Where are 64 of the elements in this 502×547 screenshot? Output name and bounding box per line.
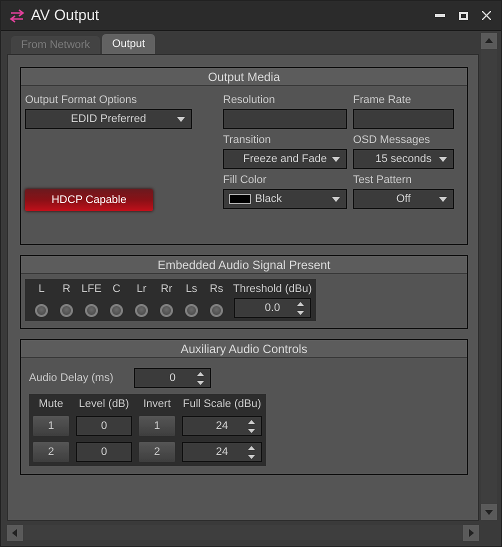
dropdown[interactable]: Black [223, 189, 347, 209]
spin-field[interactable]: 0.0 [234, 298, 311, 318]
spinner-arrows-icon[interactable] [248, 446, 255, 459]
dropdown-value: Black [255, 193, 282, 205]
field-label: Audio Delay (ms) [29, 372, 114, 384]
column-header: Full Scale (dBu) [182, 398, 262, 410]
dropdown[interactable]: Freeze and Fade [223, 149, 347, 169]
dropdown[interactable]: Off [353, 189, 454, 209]
channel-label: R [62, 283, 70, 295]
input-field[interactable] [353, 109, 454, 129]
scroll-left-icon[interactable] [7, 524, 23, 540]
group-title: Output Media [21, 68, 467, 86]
field-label: OSD Messages [353, 134, 432, 148]
caret-icon [177, 117, 185, 122]
caret-icon [439, 157, 447, 162]
spin-field[interactable]: 0 [134, 368, 211, 388]
status-button[interactable]: HDCP Capable [25, 189, 153, 211]
close-icon[interactable] [482, 11, 491, 20]
mute-button[interactable]: 1 [33, 416, 69, 436]
column-header: Level (dB) [78, 398, 130, 410]
caret-icon [439, 197, 447, 202]
channel-label: Rs [210, 283, 224, 295]
dropdown[interactable]: EDID Preferred [25, 109, 192, 129]
column-header: Invert [143, 398, 171, 410]
spinner-arrows-icon[interactable] [296, 302, 304, 315]
invert-button[interactable]: 2 [139, 442, 175, 462]
scroll-right-icon[interactable] [463, 524, 479, 540]
maximize-icon[interactable] [459, 12, 468, 20]
scroll-up-icon[interactable] [481, 33, 497, 49]
field-label: Frame Rate [353, 94, 412, 108]
field-label: Fill Color [223, 174, 268, 188]
field-label: Output Format Options [25, 94, 138, 108]
scroll-down-icon[interactable] [481, 504, 497, 520]
input-field[interactable] [223, 109, 347, 129]
input-field[interactable]: 0 [76, 442, 132, 462]
spinner-arrows-icon[interactable] [248, 420, 255, 433]
swap-arrows-icon [9, 8, 25, 22]
invert-button[interactable]: 1 [139, 416, 175, 436]
caret-icon [332, 197, 340, 202]
spin-field[interactable]: 24 [182, 442, 262, 462]
tab[interactable]: Output [102, 34, 156, 54]
channel-label: C [112, 283, 120, 295]
field-label: Threshold (dBu) [233, 283, 312, 295]
field-label: Resolution [223, 94, 276, 108]
column-header: Mute [38, 398, 64, 410]
window-title: AV Output [31, 7, 100, 24]
dropdown[interactable]: 15 seconds [353, 149, 454, 169]
mute-button[interactable]: 2 [33, 442, 69, 462]
channel-label: LFE [81, 283, 102, 295]
channel-label: Rr [160, 283, 172, 295]
field-label: Transition [223, 134, 272, 148]
caret-icon [332, 157, 340, 162]
channel-label: Ls [186, 283, 198, 295]
input-field[interactable]: 0 [76, 416, 132, 436]
horizontal-scrollbar[interactable] [7, 525, 479, 540]
vertical-scrollbar[interactable] [481, 33, 497, 520]
color-swatch [229, 194, 251, 204]
group-title: Embedded Audio Signal Present [21, 256, 467, 274]
group-title: Auxiliary Audio Controls [21, 340, 467, 358]
field-label: Test Pattern [353, 174, 413, 188]
spinner-arrows-icon[interactable] [197, 372, 204, 385]
channel-label: Lr [136, 283, 146, 295]
channel-label: L [38, 283, 45, 295]
spin-field[interactable]: 24 [182, 416, 262, 436]
